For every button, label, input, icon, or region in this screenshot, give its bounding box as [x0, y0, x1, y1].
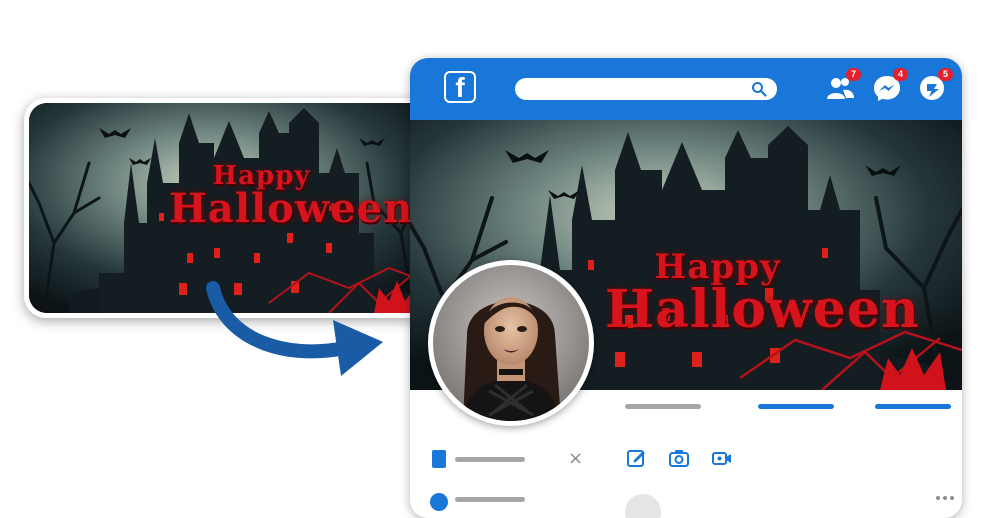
halloween-text: Halloween	[169, 185, 414, 232]
profile-avatar[interactable]	[428, 260, 594, 426]
top-navigation-bar: f 7 4 5	[410, 58, 962, 120]
search-input[interactable]	[515, 78, 777, 100]
messages-button[interactable]: 4	[871, 68, 908, 104]
tab-posts[interactable]	[625, 404, 701, 409]
search-icon[interactable]	[751, 81, 767, 97]
profile-square-icon	[432, 450, 446, 468]
messages-badge: 4	[893, 68, 908, 81]
edit-icon[interactable]	[626, 447, 648, 469]
profile-photo-woman	[433, 265, 589, 421]
friend-requests-button[interactable]: 7	[824, 68, 861, 104]
grey-circle-placeholder	[625, 494, 661, 518]
friend-requests-badge: 7	[846, 68, 861, 81]
arrow-icon	[206, 281, 383, 376]
facebook-logo-icon[interactable]: f	[444, 71, 476, 103]
placeholder-text-line	[455, 457, 525, 462]
notifications-button[interactable]: 5	[916, 68, 953, 104]
tab-photos[interactable]	[875, 404, 951, 409]
halloween-title-thumbnail: Happy Halloween	[169, 163, 414, 232]
halloween-text: Halloween	[605, 279, 920, 340]
video-icon[interactable]	[711, 447, 733, 469]
more-icon[interactable]	[935, 495, 955, 501]
camera-icon[interactable]	[668, 447, 690, 469]
halloween-title-cover: Happy Halloween	[605, 250, 920, 340]
tab-about[interactable]	[758, 404, 834, 409]
avatar-dot	[430, 493, 448, 511]
close-icon[interactable]: ×	[568, 450, 583, 468]
notifications-badge: 5	[938, 68, 953, 81]
